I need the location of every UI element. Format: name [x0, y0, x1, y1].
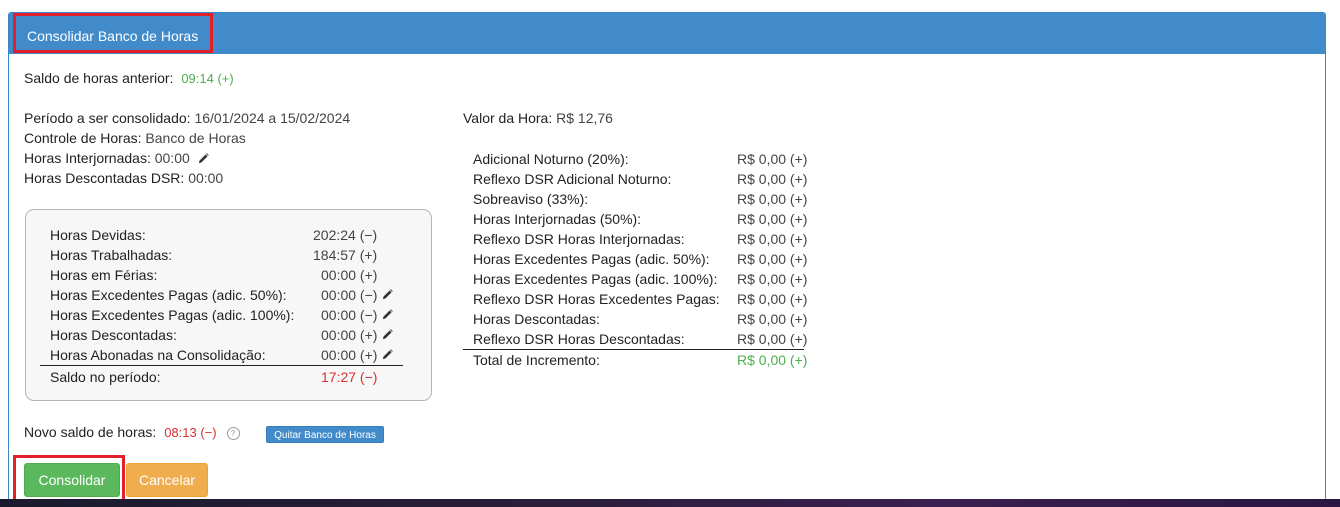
interjornadas-row: Horas Interjornadas: 00:00: [24, 150, 209, 166]
summary-label: Horas Descontadas:: [50, 327, 177, 343]
increment-label: Sobreaviso (33%):: [473, 191, 589, 207]
periodo-row: Período a ser consolidado: 16/01/2024 a …: [24, 110, 350, 126]
increment-value: R$ 0,00 (+): [737, 291, 808, 307]
saldo-anterior-value: 09:14 (+): [181, 71, 234, 86]
summary-label: Horas Abonadas na Consolidação:: [50, 347, 266, 363]
cancelar-button[interactable]: Cancelar: [126, 463, 208, 497]
valor-hora-row: Valor da Hora: R$ 12,76: [463, 110, 613, 126]
valor-hora-value: R$ 12,76: [556, 110, 613, 126]
summary-value: 00:00 (+): [321, 267, 378, 283]
novo-saldo-value: 08:13 (−): [164, 425, 217, 440]
interjornadas-label: Horas Interjornadas:: [24, 150, 151, 166]
increment-value: R$ 0,00 (+): [737, 211, 808, 227]
increment-label: Adicional Noturno (20%):: [473, 151, 629, 167]
edit-pencil-icon[interactable]: [198, 153, 209, 164]
summary-value: 00:00 (−): [321, 307, 378, 323]
edit-pencil-icon[interactable]: [382, 289, 393, 300]
summary-label: Horas em Férias:: [50, 267, 158, 283]
increment-value: R$ 0,00 (+): [737, 271, 808, 287]
total-incremento-label: Total de Incremento:: [473, 352, 600, 368]
summary-value: 202:24 (−): [313, 227, 378, 243]
saldo-periodo-value: 17:27 (−): [321, 369, 378, 385]
summary-value: 00:00 (−): [321, 287, 378, 303]
dsr-value: 00:00: [188, 170, 224, 186]
increment-label: Horas Excedentes Pagas (adic. 50%):: [473, 251, 710, 267]
saldo-periodo-label: Saldo no período:: [50, 369, 161, 385]
summary-divider: [40, 365, 403, 366]
dsr-row: Horas Descontadas DSR: 00:00: [24, 170, 223, 186]
os-taskbar: [0, 499, 1340, 507]
summary-label: Horas Excedentes Pagas (adic. 50%):: [50, 287, 287, 303]
summary-label: Horas Devidas:: [50, 227, 146, 243]
edit-pencil-icon[interactable]: [382, 329, 393, 340]
saldo-anterior: Saldo de horas anterior: 09:14 (+): [24, 70, 234, 86]
summary-value: 184:57 (+): [313, 247, 378, 263]
controle-label: Controle de Horas:: [24, 130, 142, 146]
summary-value: 00:00 (+): [321, 327, 378, 343]
increment-value: R$ 0,00 (+): [737, 191, 808, 207]
quitar-banco-button[interactable]: Quitar Banco de Horas: [266, 426, 384, 443]
dsr-label: Horas Descontadas DSR:: [24, 170, 185, 186]
novo-saldo-label: Novo saldo de horas:: [24, 424, 157, 440]
valor-hora-label: Valor da Hora:: [463, 110, 553, 126]
consolidar-button[interactable]: Consolidar: [24, 463, 120, 497]
increment-value: R$ 0,00 (+): [737, 331, 808, 347]
controle-value: Banco de Horas: [145, 130, 246, 146]
increment-value: R$ 0,00 (+): [737, 311, 808, 327]
summary-label: Horas Excedentes Pagas (adic. 100%):: [50, 307, 295, 323]
increment-label: Horas Excedentes Pagas (adic. 100%):: [473, 271, 718, 287]
periodo-value: 16/01/2024 a 15/02/2024: [194, 110, 351, 126]
increment-value: R$ 0,00 (+): [737, 151, 808, 167]
increment-value: R$ 0,00 (+): [737, 231, 808, 247]
increment-label: Horas Descontadas:: [473, 311, 600, 327]
edit-pencil-icon[interactable]: [382, 349, 393, 360]
controle-row: Controle de Horas: Banco de Horas: [24, 130, 246, 146]
edit-pencil-icon[interactable]: [382, 309, 393, 320]
novo-saldo-row: Novo saldo de horas: 08:13 (−) ?: [24, 424, 240, 440]
periodo-label: Período a ser consolidado:: [24, 110, 191, 126]
summary-value: 00:00 (+): [321, 347, 378, 363]
increment-value: R$ 0,00 (+): [737, 171, 808, 187]
panel-header: Consolidar Banco de Horas: [9, 13, 1325, 54]
interjornadas-value: 00:00: [154, 150, 190, 166]
panel-title: Consolidar Banco de Horas: [13, 13, 214, 53]
summary-label: Horas Trabalhadas:: [50, 247, 173, 263]
increment-label: Reflexo DSR Horas Excedentes Pagas:: [473, 291, 720, 307]
increment-label: Horas Interjornadas (50%):: [473, 211, 642, 227]
increment-label: Reflexo DSR Horas Descontadas:: [473, 331, 685, 347]
increment-label: Reflexo DSR Adicional Noturno:: [473, 171, 672, 187]
saldo-anterior-label: Saldo de horas anterior:: [24, 70, 174, 86]
increment-value: R$ 0,00 (+): [737, 251, 808, 267]
help-icon[interactable]: ?: [226, 427, 240, 440]
increment-label: Reflexo DSR Horas Interjornadas:: [473, 231, 685, 247]
total-incremento-value: R$ 0,00 (+): [737, 352, 808, 368]
